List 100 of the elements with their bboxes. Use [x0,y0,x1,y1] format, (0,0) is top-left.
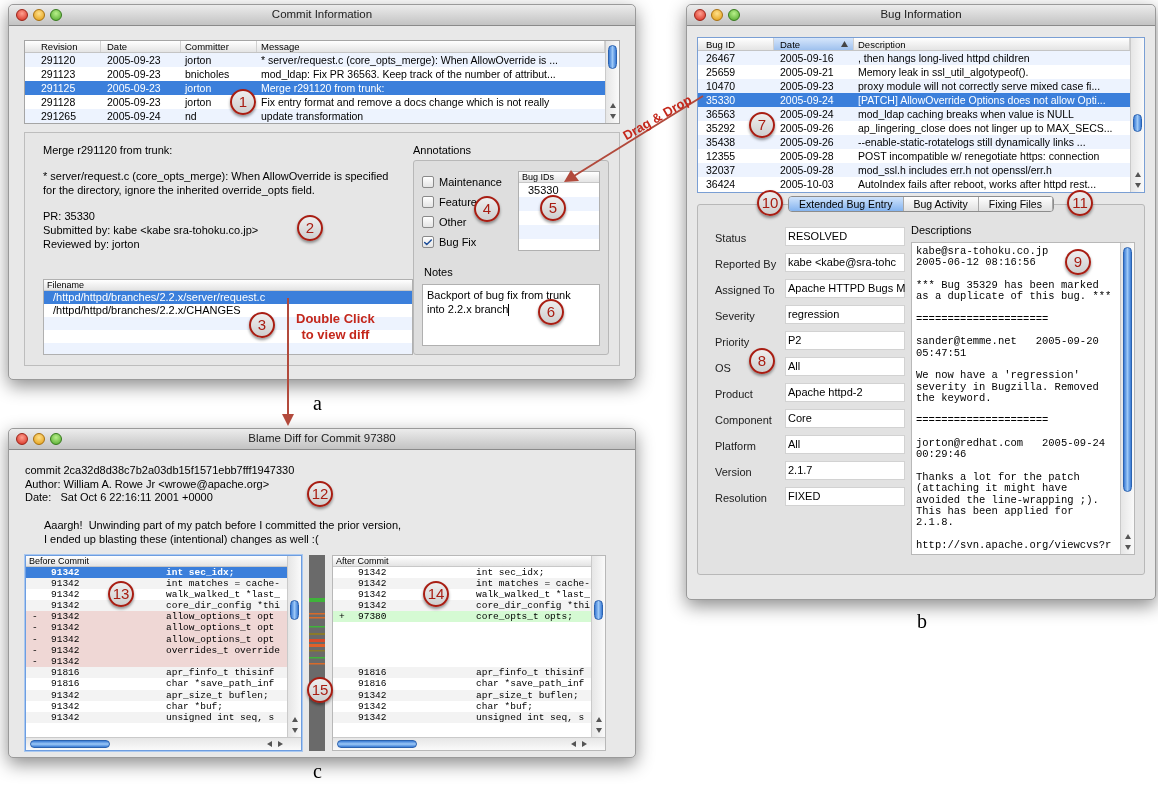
vertical-scrollbar[interactable] [287,555,301,737]
column-header[interactable]: Filename [44,280,412,291]
table-row[interactable]: 291120 2005-09-23 jorton * server/request.c (core_opts_merge): When AllowOverride is ... [25,53,605,67]
diff-row[interactable]: 91342 apr_size_t buflen; [333,689,591,701]
tab[interactable]: Fixing Files [978,197,1053,211]
diff-row[interactable]: + 97380 core_opts_t opts; [333,611,591,623]
window-title: Bug Information [880,7,962,23]
vertical-scrollbar[interactable] [1130,38,1144,192]
text-field[interactable]: RESOLVED [785,227,905,246]
descriptions-field[interactable] [911,242,1135,555]
close-button[interactable] [16,433,28,445]
scrollbar-thumb[interactable] [594,599,603,620]
diff-row[interactable]: 91342 core_dir_config *thi [26,600,287,612]
group-title: Annotations [413,143,473,157]
column-header[interactable]: After Commit [333,555,591,567]
revision-number: 91342 [358,600,387,612]
scroll-arrows-icon[interactable] [1134,170,1142,190]
table-cell: * server/request.c (core_opts_merge): When AllowOverride is ... [261,54,559,66]
tab[interactable]: Extended Bug Entry [789,197,904,211]
diff-row[interactable]: 91342 core_dir_config *thi [333,600,591,612]
table-row[interactable]: 32037 2005-09-28 mod_ssl.h includes err.h not openssl/err.h [698,163,1130,177]
code-line: char *save_path_inf [166,678,275,690]
scroll-arrows-icon[interactable] [609,101,617,121]
close-button[interactable] [16,9,28,21]
diff-row[interactable]: 91342 int matches = cache- [333,577,591,589]
table-row[interactable]: 291125 2005-09-23 jorton Merge r291120 from trunk: [25,81,605,95]
zoom-button[interactable] [728,9,740,21]
file-row[interactable]: /httpd/httpd/branches/2.2.x/server/request.c [44,291,412,304]
sort-ascending-icon [841,41,848,47]
close-button[interactable] [694,9,706,21]
text-field[interactable]: P2 [785,331,905,350]
column-header[interactable]: Committer [181,41,257,52]
table-row[interactable]: 291265 2005-09-24 nd update transformation [25,109,605,123]
scrollbar-thumb[interactable] [1133,114,1142,132]
text-field[interactable]: All [785,357,905,376]
code-line: overrides_t override [166,644,281,656]
horizontal-scrollbar[interactable] [26,736,301,750]
field-label: Version [715,465,752,478]
minimize-button[interactable] [711,9,723,21]
table-row[interactable]: 35330 2005-09-24 [PATCH] AllowOverride Options does not allow Opti... [698,93,1130,107]
code-line: int matches = cache- [476,577,591,589]
diff-row[interactable]: 91816 apr_finfo_t thisinf [333,667,591,679]
table-row[interactable]: 36563 2005-09-24 mod_ldap caching breaks when value is NULL [698,107,1130,121]
vertical-scrollbar[interactable] [1120,243,1134,554]
table-cell: 2005-09-21 [780,66,834,78]
zoom-button[interactable] [50,9,62,21]
diff-row[interactable]: 91342 apr_size_t buflen; [26,689,287,701]
scrollbar-thumb[interactable] [337,739,417,748]
table-cell: 2005-10-03 [780,178,834,190]
scroll-arrows-icon[interactable] [1124,532,1132,552]
vertical-scrollbar[interactable] [591,555,605,737]
revision-number: 91342 [51,711,80,723]
minimize-button[interactable] [33,9,45,21]
diff-row[interactable]: 91342 int sec_idx; [26,566,287,578]
checkbox[interactable] [422,236,434,248]
text-field[interactable]: Apache httpd-2 [785,383,905,402]
column-header[interactable]: Date [774,38,854,50]
checkbox[interactable] [422,216,434,228]
table-cell: bnicholes [185,68,230,80]
description-text: jorton@redhat.com 2005-09-24 00:29:46 [916,438,1106,461]
vertical-scrollbar[interactable] [605,41,619,123]
field-label: OS [715,361,731,374]
table-row[interactable]: 26467 2005-09-16 , then hangs long-lived httpd children [698,51,1130,65]
text-field[interactable]: FIXED [785,487,905,506]
scroll-arrows-icon[interactable] [569,739,589,748]
table-cell: ap_lingering_close does not linger up to MAX_SECS... [858,122,1113,134]
scrollbar-thumb[interactable] [290,599,299,620]
scrollbar-thumb[interactable] [1123,247,1132,492]
horizontal-scrollbar[interactable] [333,736,605,750]
table-row[interactable]: 10470 2005-09-23 proxy module will not correctly serve mixed case fi... [698,79,1130,93]
checkbox[interactable] [422,196,434,208]
revision-number: 91342 [51,588,80,600]
column-header[interactable]: Before Commit [26,555,287,567]
minimize-button[interactable] [33,433,45,445]
zoom-button[interactable] [50,433,62,445]
text-field[interactable]: All [785,435,905,454]
text-field[interactable]: Apache HTTPD Bugs M [785,279,905,298]
revision-number: 91342 [51,633,80,645]
code-line: int sec_idx; [476,566,545,578]
text-field[interactable]: 2.1.7 [785,461,905,480]
scrollbar-thumb[interactable] [30,739,110,748]
field-label: Priority [715,335,750,348]
column-header[interactable]: Date [101,41,181,52]
text-field[interactable]: kabe <kabe@sra-tohc [785,253,905,272]
table-cell: 291125 [41,82,76,94]
tab[interactable]: Bug Activity [903,197,979,211]
checkbox[interactable] [422,176,434,188]
column-header[interactable]: Revision [25,41,101,52]
diff-row[interactable]: 91342 int matches = cache- [26,577,287,589]
diff-row[interactable]: - 91342 allow_options_t opt [26,622,287,634]
text-field[interactable]: Core [785,409,905,428]
diff-row[interactable]: - 91342 [26,656,287,668]
diff-marker: - [32,644,38,656]
scroll-arrows-icon[interactable] [265,739,285,748]
text-field[interactable]: regression [785,305,905,324]
diff-row[interactable]: 91816 apr_finfo_t thisinf [26,667,287,679]
diff-row[interactable]: - 91342 allow_options_t opt [26,633,287,645]
scrollbar-thumb[interactable] [608,45,617,69]
diff-row[interactable]: - 91342 allow_options_t opt [26,611,287,623]
table-row[interactable]: 35438 2005-09-26 --enable-static-rotatelogs still dynamically links ... [698,135,1130,149]
